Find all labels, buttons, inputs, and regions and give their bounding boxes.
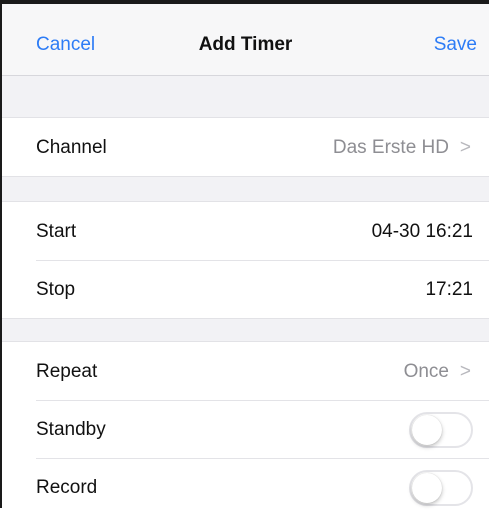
repeat-value: Once <box>403 361 449 382</box>
channel-row[interactable]: Channel Das Erste HD > <box>2 118 489 176</box>
record-toggle[interactable] <box>409 470 473 506</box>
navigation-bar: Cancel Add Timer Save <box>2 4 489 76</box>
start-row[interactable]: Start 04-30 16:21 <box>2 202 489 260</box>
stop-row[interactable]: Stop 17:21 <box>2 260 489 318</box>
chevron-right-icon: > <box>459 361 471 382</box>
time-group: Start 04-30 16:21 Stop 17:21 <box>2 201 489 319</box>
record-label: Record <box>36 477 98 498</box>
start-value: 04-30 16:21 <box>371 221 473 242</box>
timer-screen: Cancel Add Timer Save Channel Das Erste … <box>0 0 489 516</box>
channel-value: Das Erste HD <box>332 137 449 158</box>
standby-toggle[interactable] <box>409 412 473 448</box>
stop-value: 17:21 <box>425 279 473 300</box>
toggle-knob <box>412 473 442 503</box>
save-button[interactable]: Save <box>434 34 477 56</box>
stop-label: Stop <box>36 279 76 300</box>
channel-label: Channel <box>36 137 107 158</box>
page-title: Add Timer <box>198 34 293 55</box>
repeat-row[interactable]: Repeat Once > <box>2 342 489 400</box>
options-group: Repeat Once > Standby Record <box>2 341 489 516</box>
chevron-right-icon: > <box>459 137 471 158</box>
channel-group: Channel Das Erste HD > <box>2 117 489 177</box>
toggle-knob <box>412 415 442 445</box>
start-label: Start <box>36 221 77 242</box>
standby-label: Standby <box>36 419 106 440</box>
standby-row: Standby <box>2 400 489 458</box>
repeat-label: Repeat <box>36 361 98 382</box>
record-row: Record <box>2 458 489 516</box>
